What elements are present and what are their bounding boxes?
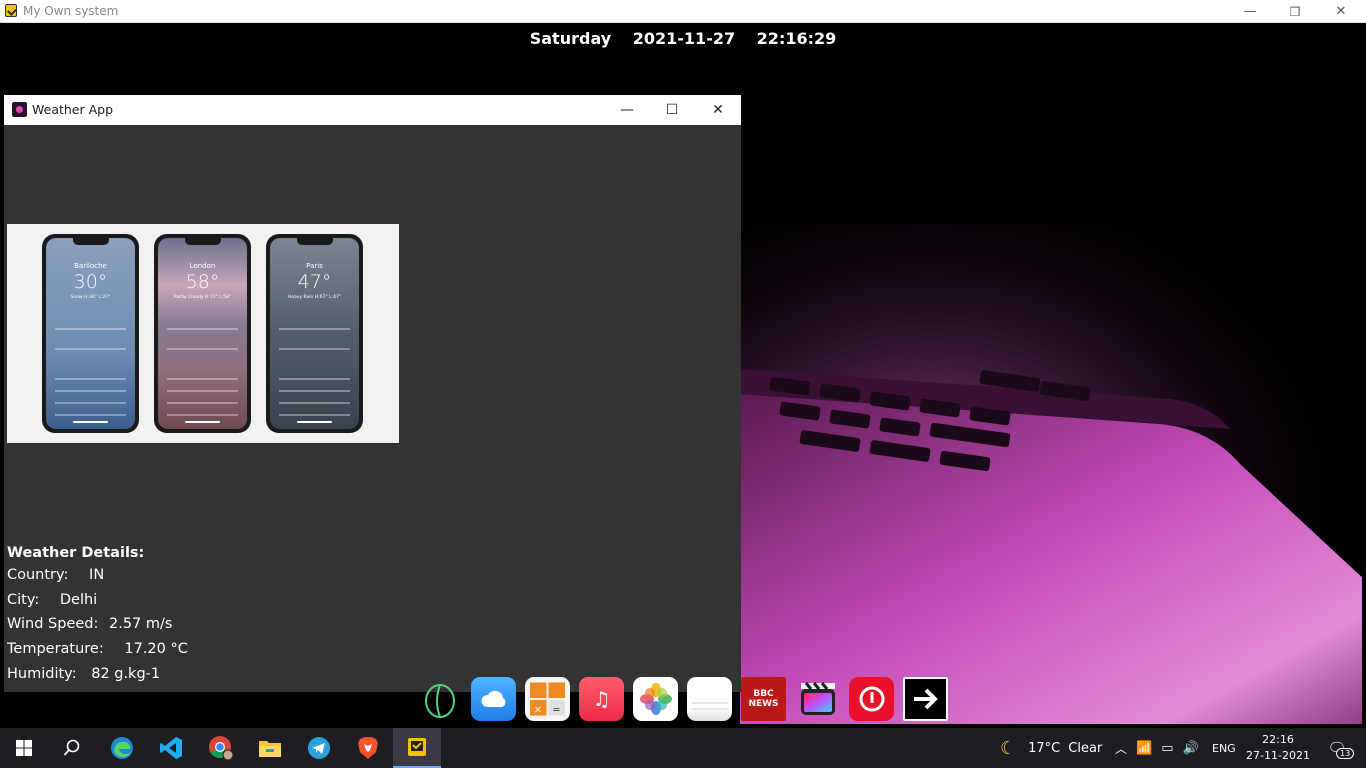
app-shield-icon [5,4,17,17]
weather-details-heading: Weather Details: [7,545,145,561]
phone-city: London [189,262,216,270]
taskbar-edge[interactable] [98,728,146,768]
chevron-up-icon[interactable]: ︿ [1115,740,1127,757]
phone-preview: Bariloche 30° Snow H:36° L:27° [42,234,139,433]
weather-maximize-button[interactable]: ☐ [649,95,695,125]
language-label: ENG [1212,741,1236,755]
music-note-icon: ♫ [592,687,611,711]
taskbar-file-explorer[interactable] [246,728,294,768]
clock-date: 2021-11-27 [632,29,736,48]
dock-music-app[interactable]: ♫ [579,677,624,721]
phone-temp: 47° [297,271,332,293]
weather-window-titlebar[interactable]: Weather App — ☐ ✕ [4,95,741,125]
dock-leaf-app[interactable] [417,677,462,721]
weather-app-window: Weather App — ☐ ✕ Bariloche 30° Snow H:3… [4,95,741,692]
taskbar: ☾ 17°C Clear ︿ 📶 ▭ 🔊 ENG 22:16 27-11-202… [0,728,1366,768]
phone-city: Paris [306,262,323,270]
outer-window-titlebar: My Own system — ❐ ✕ [0,0,1366,23]
photos-flower-icon [639,683,672,715]
detail-row-wind-speed: Wind Speed: 2.57 m/s [7,616,173,633]
phone-city: Bariloche [74,262,107,270]
start-button[interactable] [0,728,48,768]
taskbar-date: 27-11-2021 [1246,749,1310,762]
clock-time: 22:16:29 [756,29,837,48]
weather-preview-image: Bariloche 30° Snow H:36° L:27° London 58… [7,224,399,443]
outer-restore-button[interactable]: ❐ [1272,0,1318,23]
phone-condition: Heavy Rain H:67° L:47° [287,295,342,300]
taskbar-weather-temp: 17°C [1028,740,1061,756]
svg-text:=: = [552,705,560,716]
folder-icon [259,741,281,757]
shield-check-icon [408,738,426,756]
brave-lion-icon [358,737,378,759]
windows-logo-icon [16,740,32,756]
power-icon [859,686,884,712]
dock-final-cut-app[interactable] [795,677,840,721]
taskbar-weather-widget[interactable]: ☾ 17°C Clear [1000,728,1102,768]
dock-bbc-news-app[interactable]: BBC NEWS [741,677,786,721]
taskbar-weather-condition: Clear [1068,740,1103,756]
language-indicator[interactable]: ENG [1212,728,1236,768]
system-tray: ︿ 📶 ▭ 🔊 [1115,728,1199,768]
detail-row-humidity: Humidity: 82 g.kg-1 [7,665,161,682]
app-dock: × = ♫ BBC NEWS [417,676,948,722]
notification-count: 13 [1336,748,1355,759]
dock-photos-app[interactable] [633,677,678,721]
dock-power-app[interactable] [849,677,894,721]
cloud-icon [480,690,505,707]
dock-icloud-app[interactable] [471,677,516,721]
taskbar-chrome[interactable] [197,728,245,768]
dock-notes-app[interactable] [687,677,732,721]
calculator-icon: × = [529,682,566,716]
taskbar-clock[interactable]: 22:16 27-11-2021 [1246,728,1310,768]
telegram-icon [308,737,330,759]
leaf-icon [424,684,455,718]
edge-icon [111,737,133,759]
phone-preview: Paris 47° Heavy Rain H:67° L:47° [266,234,363,433]
phone-temp: 30° [73,271,108,293]
wallpaper-laptop-image [740,224,1362,724]
clock-day: Saturday [529,29,612,48]
moon-icon: ☾ [1000,737,1017,759]
phone-condition: Snow H:36° L:27° [70,295,111,300]
phone-preview: London 58° Partly Cloudy H:72° L:58° [154,234,251,433]
arrow-right-icon [913,688,938,710]
svg-text:×: × [534,705,542,716]
detail-row-country: Country: IN [7,567,105,583]
weather-minimize-button[interactable]: — [604,95,650,125]
battery-icon[interactable]: ▭ [1161,741,1173,756]
wifi-icon[interactable]: 📶 [1136,741,1152,756]
bbc-news-label: BBC NEWS [748,689,779,709]
weather-close-button[interactable]: ✕ [695,95,741,125]
clapperboard-icon [800,682,835,715]
outer-minimize-button[interactable]: — [1227,0,1273,23]
taskbar-brave[interactable] [344,728,392,768]
outer-window-title: My Own system [23,4,119,18]
outer-close-button[interactable]: ✕ [1318,0,1364,23]
taskbar-telegram[interactable] [295,728,343,768]
dock-arrow-app[interactable] [903,677,948,721]
detail-row-temperature: Temperature: 17.20 °C [7,641,188,658]
notification-center-button[interactable]: 🗨 13 [1322,728,1355,768]
weather-details: Weather Details: Country: IN City: Delhi… [7,545,188,690]
phone-temp: 58° [185,271,220,293]
taskbar-vscode[interactable] [147,728,195,768]
search-button[interactable] [48,728,96,768]
vscode-icon [160,737,182,759]
notes-icon [691,702,728,710]
detail-row-city: City: Delhi [7,591,98,608]
dock-calculator-app[interactable]: × = [525,677,570,721]
chrome-icon [209,736,234,761]
desktop-clock: Saturday 2021-11-27 22:16:29 [0,29,1366,48]
volume-icon[interactable]: 🔊 [1183,741,1199,756]
taskbar-time: 22:16 [1262,733,1294,746]
weather-window-title: Weather App [32,102,114,117]
taskbar-my-own-system[interactable] [393,728,441,768]
weather-app-icon [12,102,27,117]
search-icon [63,739,80,756]
phone-condition: Partly Cloudy H:72° L:58° [173,295,232,300]
